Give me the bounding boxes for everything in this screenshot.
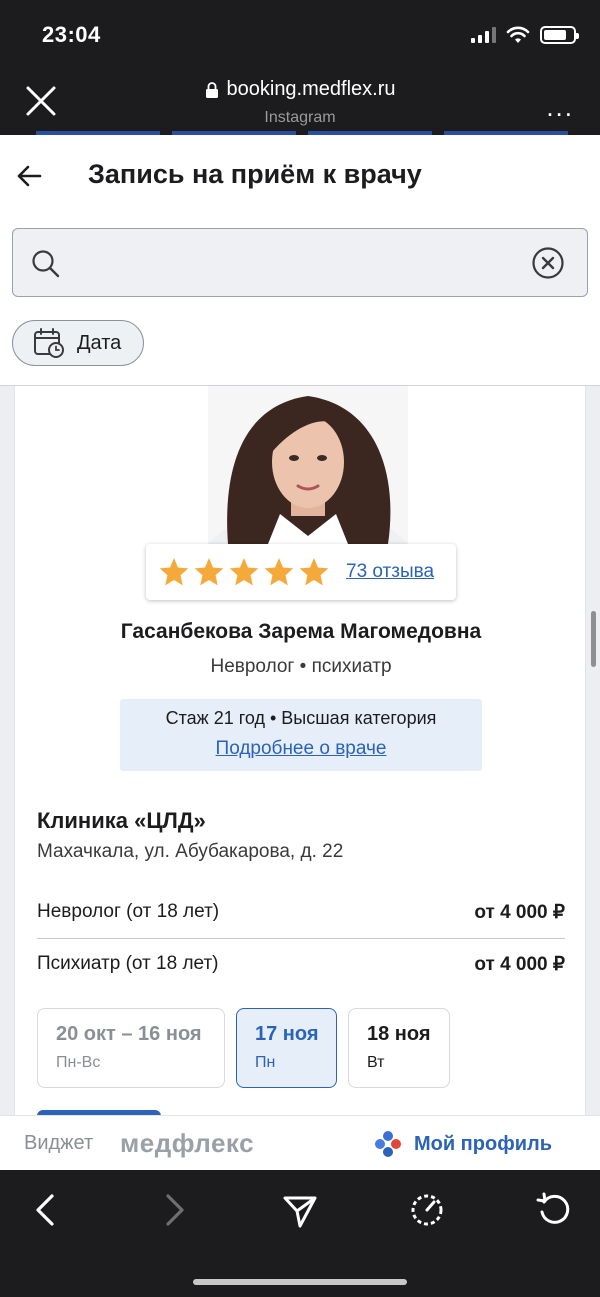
reviews-link[interactable]: 73 отзыва [346, 561, 434, 583]
my-profile-button[interactable]: Мой профиль [374, 1130, 552, 1158]
back-icon[interactable] [26, 1190, 66, 1230]
service-price: от 4 000 ₽ [474, 902, 565, 923]
experience-text: Стаж 21 год • Высшая категория [165, 708, 437, 728]
page-title: Запись на приём к врачу [88, 159, 422, 189]
date-option-sub: Пн [255, 1054, 276, 1071]
date-filter-chip[interactable]: Дата [12, 320, 144, 366]
my-profile-label: Мой профиль [413, 1132, 552, 1155]
address-bar[interactable]: booking.medflex.ru Instagram [0, 78, 600, 127]
date-option[interactable]: 20 окт – 16 ноя Пн-Вс [37, 1008, 225, 1088]
clinic-address: Махачкала, ул. Абубакарова, д. 22 [37, 841, 344, 862]
doctor-name: Гасанбекова Зарема Магомедовна [120, 620, 482, 643]
status-icons [471, 26, 579, 44]
back-arrow-icon[interactable] [16, 163, 42, 189]
star-icon [159, 558, 189, 586]
date-filter-label: Дата [77, 331, 122, 354]
service-name: Невролог (от 18 лет) [37, 901, 220, 922]
more-options-icon[interactable]: ... [546, 92, 574, 123]
widget-label: Виджет [24, 1132, 94, 1154]
date-option-selected[interactable]: 17 ноя Пн [236, 1008, 337, 1088]
rating-box: 73 отзыва [146, 544, 456, 600]
battery-icon [540, 26, 579, 44]
profile-dots-icon [374, 1131, 401, 1157]
date-option-main: 17 ноя [255, 1023, 319, 1045]
url-text: booking.medflex.ru [226, 78, 396, 100]
forward-icon [166, 1194, 184, 1226]
doctor-details-link[interactable]: Подробнее о враче [120, 738, 482, 760]
home-indicator[interactable] [193, 1279, 407, 1285]
doctor-specialties: Невролог • психиатр [210, 656, 392, 677]
share-icon[interactable] [280, 1190, 320, 1230]
search-icon [32, 250, 60, 278]
wifi-icon [506, 26, 530, 43]
doctor-list[interactable]: 73 отзыва Гасанбекова Зарема Магомедовна… [0, 385, 600, 1115]
date-option[interactable]: 18 ноя Вт [348, 1008, 450, 1088]
reload-icon[interactable] [534, 1190, 574, 1230]
service-price: от 4 000 ₽ [474, 954, 565, 975]
star-icon [194, 558, 224, 586]
service-row: Психиатр (от 18 лет) от 4 000 ₽ [37, 953, 565, 976]
lock-icon [205, 81, 218, 98]
medflex-logo: медфлекс [120, 1128, 255, 1158]
calendar-clock-icon [34, 328, 64, 358]
clinic-name: Клиника «ЦЛД» [37, 808, 206, 833]
speed-icon[interactable] [407, 1190, 447, 1230]
scrollbar[interactable] [591, 611, 596, 667]
date-option-sub: Пн-Вс [56, 1054, 101, 1071]
status-time: 23:04 [42, 22, 101, 47]
experience-box: Стаж 21 год • Высшая категория Подробнее… [120, 699, 482, 771]
service-row: Невролог (от 18 лет) от 4 000 ₽ [37, 901, 565, 924]
divider [37, 938, 565, 939]
star-icon [299, 558, 329, 586]
star-rating [158, 556, 330, 588]
clear-search-icon[interactable] [531, 246, 565, 280]
doctor-photo [208, 386, 408, 544]
search-input[interactable] [12, 228, 588, 297]
star-icon [264, 558, 294, 586]
url-source: Instagram [264, 108, 336, 126]
browser-chrome-top: 23:04 booking.medflex.ru Instagram ... [0, 0, 600, 135]
date-option-main: 20 окт – 16 ноя [56, 1023, 202, 1045]
star-icon [229, 558, 259, 586]
page-header: Запись на приём к врачу [0, 135, 600, 220]
cellular-signal-icon [471, 27, 496, 43]
service-name: Психиатр (от 18 лет) [37, 953, 219, 974]
doctor-card: 73 отзыва Гасанбекова Зарема Магомедовна… [14, 386, 586, 1115]
browser-chrome-bottom [0, 1170, 600, 1297]
date-option-sub: Вт [367, 1054, 385, 1071]
widget-footer: Виджет медфлекс Мой профиль [0, 1115, 600, 1170]
date-option-main: 18 ноя [367, 1023, 431, 1045]
